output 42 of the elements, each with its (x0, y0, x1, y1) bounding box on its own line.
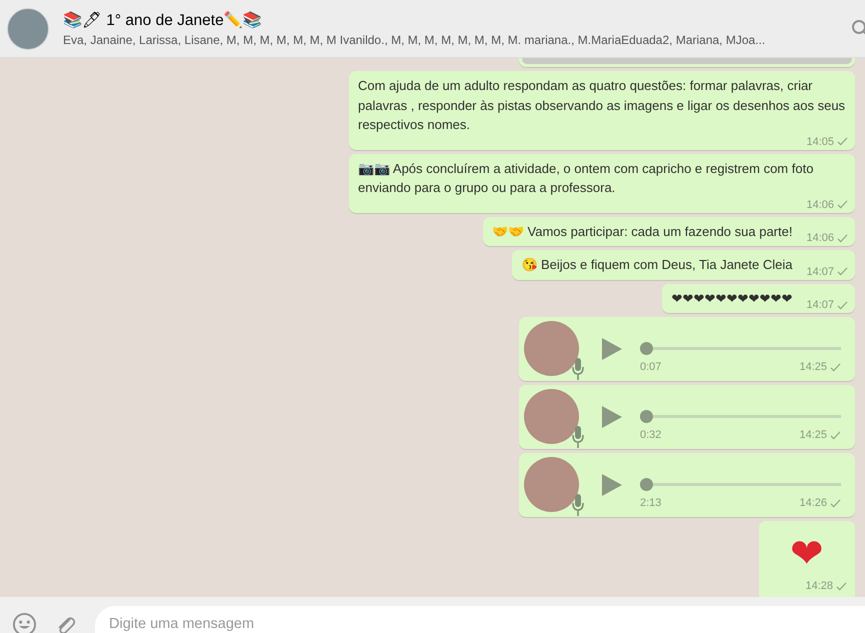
play-icon[interactable] (602, 338, 622, 360)
microphone-icon (572, 426, 584, 448)
message-text: 😘 Beijos e fiquem com Deus, Tia Janete Cleia (521, 256, 792, 274)
participants-list: Eva, Janaine, Larissa, Lisane, M, M, M, M, M, M, M Ivanildo., M, M, M, M, M, M, M, M. mariana., M.MariaEduada2, Mariana, MJoa... (63, 32, 837, 46)
check-icon (837, 234, 848, 242)
play-icon[interactable] (602, 474, 622, 496)
message-time: 14:25 (799, 360, 827, 374)
audio-duration: 0:07 (640, 361, 662, 373)
chat-title[interactable]: 📚🖊 1° ano de Janete✏📚 (63, 10, 837, 30)
audio-slider-thumb[interactable] (640, 410, 653, 423)
message-time: 14:28 (805, 579, 833, 593)
audio-duration: 2:13 (640, 497, 662, 509)
message-text: 🤝🤝 Vamos participar: cada um fazendo sua parte! (492, 222, 792, 241)
audio-slider-thumb[interactable] (640, 478, 653, 491)
check-icon (837, 300, 848, 310)
emoji-icon[interactable] (12, 612, 37, 633)
heart-emoji: ❤ (790, 531, 824, 578)
message-time: 14:07 (806, 264, 834, 278)
message-time: 14:26 (799, 496, 827, 510)
play-icon[interactable] (602, 406, 622, 428)
group-avatar[interactable] (7, 8, 49, 50)
check-icon (837, 200, 848, 209)
check-icon (830, 498, 841, 508)
message-text: ❤❤❤❤❤❤❤❤❤❤❤ (671, 290, 792, 308)
audio-duration: 0:32 (640, 429, 662, 441)
message-time: 14:06 (806, 231, 834, 245)
message-time: 14:25 (799, 428, 827, 442)
microphone-icon (572, 494, 584, 516)
message-time: 14:07 (806, 298, 834, 312)
microphone-icon (572, 358, 584, 380)
message-time: 14:06 (806, 198, 834, 212)
message-text: 📷📷 Após concluírem a atividade, o ontem com capricho e registrem com foto enviando para o grupo ou para a professora. (358, 160, 814, 197)
check-icon (836, 582, 847, 590)
check-icon (830, 362, 841, 372)
check-icon (837, 267, 848, 276)
audio-slider-thumb[interactable] (640, 342, 653, 355)
message-text: Com ajuda de um adulto respondam as quatro questões: formar palavras, criar palavras , responder às pistas observando as imagens e ligar os desenhos aos seus respectivos nomes. (358, 77, 846, 134)
message-time: 14:05 (806, 134, 834, 148)
check-icon (837, 137, 848, 146)
check-icon (830, 430, 841, 440)
message-input[interactable]: Digite uma mensagem (95, 606, 865, 633)
image-message[interactable] (519, 58, 855, 67)
